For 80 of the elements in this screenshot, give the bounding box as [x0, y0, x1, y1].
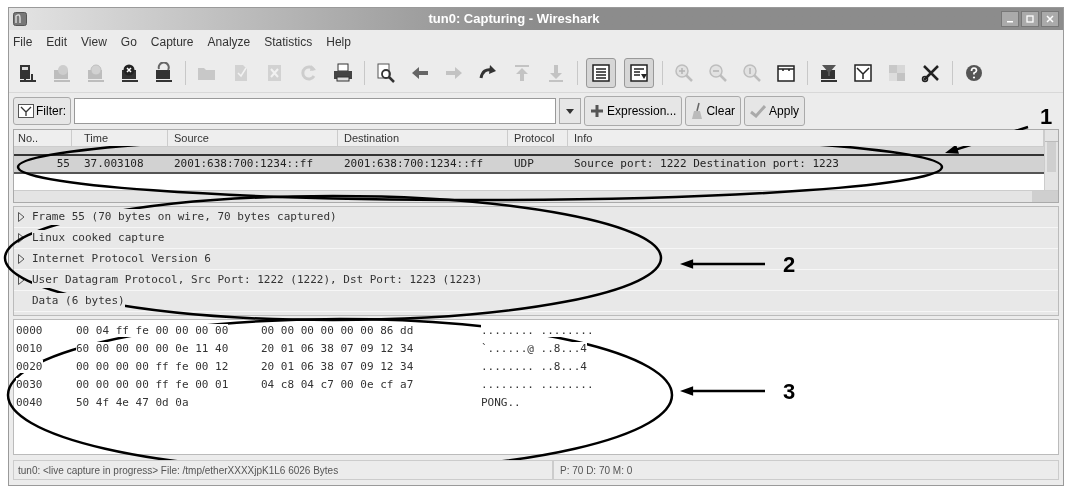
offset-text: 0020: [16, 359, 43, 373]
menu-item[interactable]: Capture: [150, 32, 194, 51]
hex-bytes: 60 00 00 00 00 0e 11 40: [76, 341, 229, 355]
list-lines-button[interactable]: [586, 57, 616, 88]
scrollbar-thumb[interactable]: [1047, 142, 1056, 172]
app-icon: [13, 12, 27, 26]
menu-item[interactable]: View: [81, 32, 107, 51]
printer-icon: [332, 61, 354, 84]
table-cell: 37.003108: [84, 156, 144, 170]
table-cell: 2001:638:700:1234::ff: [344, 156, 484, 170]
minimize-button[interactable]: [1001, 11, 1019, 27]
apply-button[interactable]: Apply: [744, 96, 806, 126]
hex-bytes: 20 01 06 38 07 09 12 34: [261, 341, 414, 355]
tree-item[interactable]: Frame 55 (70 bytes on wire, 70 bytes captured): [32, 208, 337, 226]
broom-icon: [691, 102, 704, 120]
annotation-number: 3: [783, 379, 796, 404]
column-header[interactable]: Destination: [338, 130, 508, 146]
window-title: tun0: Capturing - Wireshark: [427, 10, 601, 29]
offset-text: 0030: [16, 377, 43, 391]
table-cell: Source port: 1222 Destination port: 1223: [574, 156, 839, 170]
hex-bytes: 00 04 ff fe 00 00 00 00: [76, 323, 229, 337]
scrollbar-thumb[interactable]: [1032, 191, 1058, 202]
annotation-number: 2: [783, 252, 796, 277]
hex-bytes: 00 00 00 00 ff fe 00 12: [76, 359, 229, 373]
expand-triangle-icon[interactable]: [18, 254, 25, 264]
close-icon: [1046, 15, 1054, 23]
offset-text: 0000: [16, 323, 43, 337]
close-button[interactable]: [1041, 11, 1059, 27]
table-cell: 2001:638:700:1234::ff: [174, 156, 314, 170]
status-text: tun0: <live capture in progress> File: /tmp/etherXXXXjpK1L6 6026 Bytes: [13, 460, 553, 480]
ascii-text: ........ ..8...4: [481, 359, 587, 373]
expand-triangle-icon[interactable]: [18, 233, 25, 243]
expression-button[interactable]: Expression...: [584, 96, 683, 126]
hex-bytes: 50 4f 4e 47 0d 0a: [76, 395, 189, 409]
maximize-button[interactable]: [1021, 11, 1039, 27]
column-header[interactable]: Protocol: [508, 130, 568, 146]
expand-triangle-icon[interactable]: [18, 212, 25, 222]
hex-bytes: 00 00 00 00 ff fe 00 01: [76, 377, 229, 391]
menu-item[interactable]: Statistics: [264, 32, 313, 51]
status-counts: P: 70 D: 70 M: 0: [553, 460, 1059, 480]
menu-item[interactable]: Analyze: [207, 32, 251, 51]
search-icon: [375, 61, 397, 84]
list-scroll-icon: [628, 61, 650, 84]
plus-icon: [590, 104, 604, 118]
hex-bytes: 20 01 06 38 07 09 12 34: [261, 359, 414, 373]
menu-item[interactable]: Edit: [46, 32, 68, 51]
menu-item[interactable]: Go: [120, 32, 137, 51]
ascii-text: PONG..: [481, 395, 521, 409]
table-cell: UDP: [514, 156, 534, 170]
list-scroll-button[interactable]: [624, 57, 654, 88]
filter-icon: [852, 61, 874, 84]
offset-text: 0040: [16, 395, 43, 409]
annotation-number: 1: [1040, 104, 1053, 129]
maximize-icon: [1026, 15, 1034, 23]
column-header[interactable]: Info: [568, 130, 1044, 146]
list-lines-icon: [590, 61, 612, 84]
filter-icon: [18, 104, 34, 118]
checkmark-icon: [750, 104, 767, 118]
clear-button[interactable]: Clear: [685, 96, 742, 126]
table-cell: 55: [56, 156, 70, 170]
caret-icon: [566, 108, 574, 114]
zoom-in-icon: [673, 61, 695, 84]
expand-triangle-icon[interactable]: [18, 275, 25, 285]
packet-row[interactable]: [14, 147, 1044, 156]
offset-text: 0010: [16, 341, 43, 355]
magnifier-icon: [741, 61, 763, 84]
vertical-scrollbar[interactable]: [1044, 130, 1058, 190]
ascii-text: ........ ........: [481, 323, 594, 337]
packet-row[interactable]: 55 37.003108 2001:638:700:1234::ff 2001:638:700:1234::ff UDP Source port: 1222 Destination port: 1223: [14, 156, 1044, 174]
zoom-out-icon: [707, 61, 729, 84]
hex-bytes: 00 00 00 00 00 00 86 dd: [261, 323, 414, 337]
ascii-text: `......@ ..8...4: [481, 341, 587, 355]
filter-field[interactable]: [74, 98, 556, 124]
menu-item[interactable]: Help: [326, 32, 351, 51]
tree-item[interactable]: Data (6 bytes): [32, 292, 125, 310]
hex-bytes: 04 c8 04 c7 00 0e cf a7: [261, 377, 414, 391]
dropdown-button[interactable]: [559, 98, 581, 124]
menu-item[interactable]: File: [13, 32, 33, 51]
filter-button[interactable]: Filter:: [13, 97, 71, 125]
column-header[interactable]: Source: [168, 130, 338, 146]
